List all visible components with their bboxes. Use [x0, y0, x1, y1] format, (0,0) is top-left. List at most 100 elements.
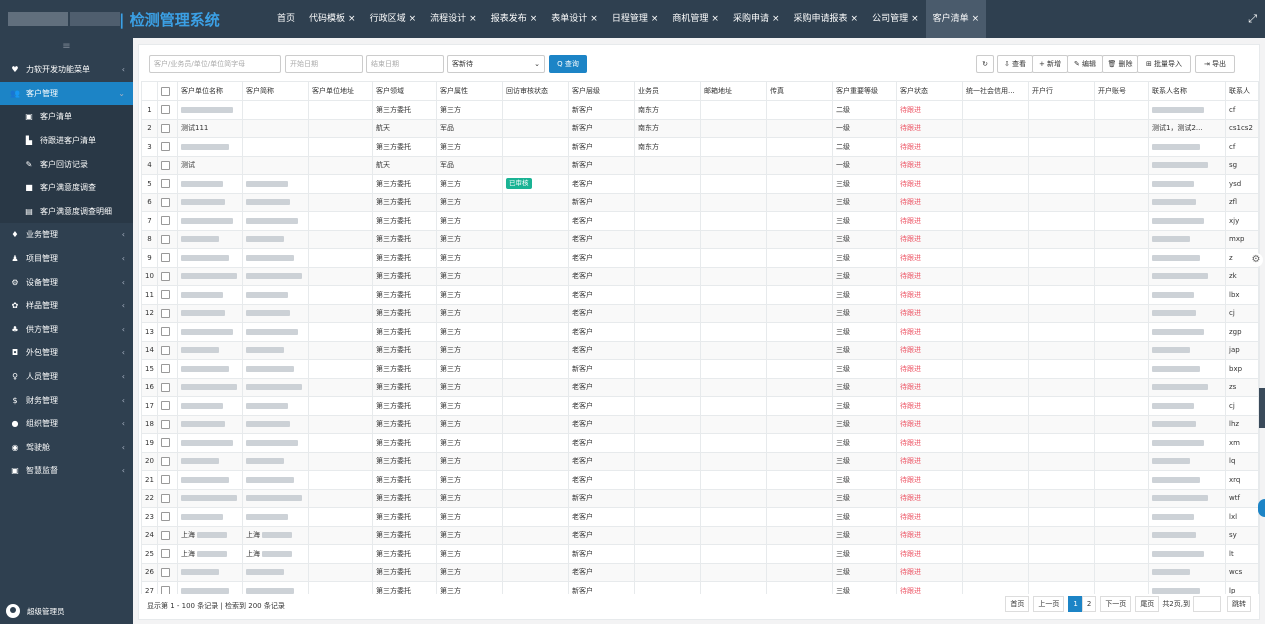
side-handle[interactable]: [1259, 388, 1265, 428]
row-checkbox[interactable]: [161, 512, 170, 522]
tab-3[interactable]: 流程设计 ×: [423, 0, 484, 38]
page-1-button[interactable]: 1: [1068, 596, 1083, 612]
row-checkbox[interactable]: [161, 456, 170, 466]
page-jump-input[interactable]: [1193, 596, 1221, 612]
close-icon[interactable]: ×: [469, 14, 477, 24]
start-date-input[interactable]: 开始日期: [285, 55, 363, 73]
close-icon[interactable]: ×: [911, 14, 919, 24]
table-row[interactable]: 13 第三方委托 第三方 老客户 三级 待跟进 zgp: [141, 322, 1259, 342]
row-checkbox[interactable]: [161, 179, 170, 189]
table-row[interactable]: 19 第三方委托 第三方 老客户 三级 待跟进 xm: [141, 433, 1259, 453]
column-header[interactable]: 客户重要等级: [832, 81, 897, 101]
sidebar-item-16[interactable]: ◉ 驾驶舱 ‹: [0, 436, 133, 460]
table-row[interactable]: 10 第三方委托 第三方 老客户 三级 待跟进 zk: [141, 266, 1259, 286]
collapse-handle-icon[interactable]: [1258, 499, 1265, 517]
row-checkbox[interactable]: [161, 567, 170, 577]
edit-button[interactable]: ✎ 编辑: [1067, 55, 1103, 73]
tab-8[interactable]: 采购申请 ×: [726, 0, 787, 38]
close-icon[interactable]: ×: [651, 14, 659, 24]
sidebar-item-3[interactable]: ▙ 待跟进客户清单: [0, 128, 133, 153]
first-page-button[interactable]: 首页: [1005, 596, 1030, 612]
column-header[interactable]: 客户简称: [242, 81, 309, 101]
close-icon[interactable]: ×: [772, 14, 780, 24]
table-row[interactable]: 3 第三方委托 第三方 新客户 南东方 二级 待跟进 cf: [141, 137, 1259, 157]
row-checkbox[interactable]: [161, 382, 170, 392]
column-header[interactable]: 客户层级: [568, 81, 635, 101]
row-checkbox[interactable]: [161, 271, 170, 281]
close-icon[interactable]: ×: [711, 14, 719, 24]
tab-6[interactable]: 日程管理 ×: [605, 0, 666, 38]
table-row[interactable]: 17 第三方委托 第三方 老客户 三级 待跟进 cj: [141, 396, 1259, 416]
column-header[interactable]: 客户单位名称: [177, 81, 243, 101]
row-checkbox[interactable]: [161, 234, 170, 244]
row-checkbox[interactable]: [161, 308, 170, 318]
table-row[interactable]: 11 第三方委托 第三方 老客户 三级 待跟进 lbx: [141, 285, 1259, 305]
select-all-checkbox[interactable]: [161, 86, 170, 96]
row-checkbox[interactable]: [161, 290, 170, 300]
table-row[interactable]: 1 第三方委托 第三方 新客户 南东方 二级 待跟进 cf: [141, 100, 1259, 120]
close-icon[interactable]: ×: [972, 14, 980, 24]
table-row[interactable]: 22 第三方委托 第三方 新客户 三级 待跟进 wtf: [141, 488, 1259, 508]
table-row[interactable]: 21 第三方委托 第三方 老客户 三级 待跟进 xrq: [141, 470, 1259, 490]
sidebar-item-12[interactable]: ◘ 外包管理 ‹: [0, 341, 133, 365]
table-row[interactable]: 18 第三方委托 第三方 老客户 三级 待跟进 lhz: [141, 414, 1259, 434]
sidebar-item-14[interactable]: $ 财务管理 ‹: [0, 388, 133, 412]
jump-button[interactable]: 跳转: [1227, 596, 1251, 612]
tab-4[interactable]: 报表发布 ×: [484, 0, 545, 38]
sidebar-item-7[interactable]: ♦ 业务管理 ‹: [0, 223, 133, 247]
table-row[interactable]: 9 第三方委托 第三方 老客户 三级 待跟进 z: [141, 248, 1259, 268]
column-header[interactable]: 客户单位地址: [308, 81, 373, 101]
tab-11[interactable]: 客户清单 ×: [925, 0, 987, 38]
last-page-button[interactable]: 尾页: [1135, 596, 1160, 612]
table-row[interactable]: 25 上海 上海 第三方委托 第三方 新客户 三级 待跟进 lt: [141, 544, 1259, 564]
add-button[interactable]: + 新增: [1032, 55, 1068, 73]
table-row[interactable]: 4 测试 航天 军品 新客户 一级 待跟进 sg: [141, 155, 1259, 175]
tab-10[interactable]: 公司管理 ×: [865, 0, 926, 38]
sidebar-item-17[interactable]: ▣ 智慧监督 ‹: [0, 459, 133, 483]
column-header[interactable]: 联系人名称: [1148, 81, 1226, 101]
table-row[interactable]: 7 第三方委托 第三方 老客户 三级 待跟进 xjy: [141, 211, 1259, 231]
column-header[interactable]: 传真: [766, 81, 833, 101]
close-icon[interactable]: ×: [530, 14, 538, 24]
row-checkbox[interactable]: [161, 419, 170, 429]
page-2-button[interactable]: 2: [1081, 596, 1097, 612]
column-header[interactable]: 客户属性: [436, 81, 503, 101]
export-button[interactable]: ⇥ 导出: [1195, 55, 1235, 73]
refresh-button[interactable]: ↻: [976, 55, 994, 73]
table-row[interactable]: 14 第三方委托 第三方 老客户 三级 待跟进 jap: [141, 340, 1259, 360]
tab-9[interactable]: 采购申请报表 ×: [787, 0, 866, 38]
column-header[interactable]: 邮箱地址: [700, 81, 767, 101]
search-input[interactable]: 客户/业务员/单位/单位简字母: [149, 55, 281, 73]
sidebar-item-0[interactable]: ♥ 力软开发功能菜单 ‹: [0, 58, 133, 82]
row-checkbox[interactable]: [161, 253, 170, 263]
column-header[interactable]: 回访审核状态: [502, 81, 569, 101]
table-row[interactable]: 2 测试111 航天 军品 新客户 南东方 一级 待跟进 测试1，测试2... cs1cs2: [141, 118, 1259, 138]
view-button[interactable]: ⇩ 查看: [997, 55, 1033, 73]
delete-button[interactable]: 🗑 删除: [1102, 55, 1138, 73]
row-checkbox[interactable]: [161, 475, 170, 485]
gear-icon[interactable]: ⚙: [1249, 253, 1263, 267]
sidebar-item-11[interactable]: ♣ 供方管理 ‹: [0, 318, 133, 342]
column-header[interactable]: [141, 81, 158, 101]
tab-0[interactable]: 首页: [270, 0, 302, 38]
row-checkbox[interactable]: [161, 364, 170, 374]
sidebar-item-8[interactable]: ♟ 项目管理 ‹: [0, 247, 133, 271]
table-row[interactable]: 24 上海 上海 第三方委托 第三方 老客户 三级 待跟进 sy: [141, 525, 1259, 545]
table-row[interactable]: 27 第三方委托 第三方 新客户 三级 待跟进 lp: [141, 581, 1259, 594]
sidebar-item-5[interactable]: ■ 客户满意度调查: [0, 175, 133, 200]
column-header[interactable]: 开户账号: [1094, 81, 1149, 101]
row-checkbox[interactable]: [161, 549, 170, 559]
sidebar-item-10[interactable]: ✿ 样品管理 ‹: [0, 294, 133, 318]
table-row[interactable]: 6 第三方委托 第三方 新客户 三级 待跟进 zfl: [141, 192, 1259, 212]
menu-toggle-icon[interactable]: ≡: [0, 38, 133, 58]
user-panel[interactable]: 超级管理员: [0, 598, 133, 624]
tab-1[interactable]: 代码模板 ×: [302, 0, 363, 38]
close-icon[interactable]: ×: [409, 14, 417, 24]
sidebar-item-9[interactable]: ⚙ 设备管理 ‹: [0, 270, 133, 294]
sidebar-item-2[interactable]: ▣ 客户清单: [0, 105, 133, 129]
table-row[interactable]: 5 第三方委托 第三方 已审核 老客户 三级 待跟进 ysd: [141, 174, 1259, 194]
tab-2[interactable]: 行政区域 ×: [363, 0, 424, 38]
row-checkbox[interactable]: [161, 438, 170, 448]
table-row[interactable]: 8 第三方委托 第三方 老客户 三级 待跟进 mxp: [141, 229, 1259, 249]
next-page-button[interactable]: 下一页: [1100, 596, 1132, 612]
